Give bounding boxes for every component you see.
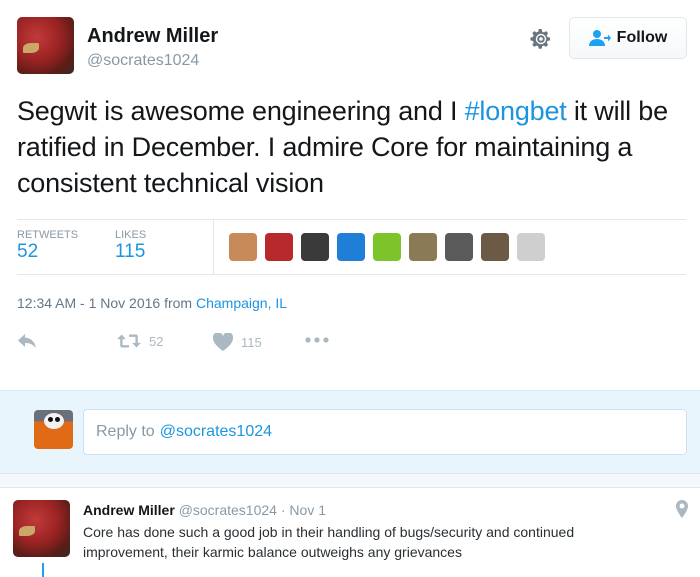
thread-line (42, 563, 44, 577)
likes-stat[interactable]: LIKES 115 (115, 229, 146, 263)
reply-author-handle[interactable]: @socrates1024 (179, 502, 277, 518)
like-action[interactable]: 115 (213, 333, 262, 351)
liker-avatar[interactable] (229, 233, 257, 261)
reply-author-avatar[interactable] (13, 500, 70, 557)
section-divider (0, 474, 700, 488)
tweet-text-before: Segwit is awesome engineering and I (17, 96, 465, 126)
liker-avatar[interactable] (517, 233, 545, 261)
reply-author-name[interactable]: Andrew Miller (83, 502, 175, 518)
location-link[interactable]: Champaign, IL (196, 295, 287, 311)
follow-label: Follow (616, 29, 668, 46)
reply-input[interactable]: Reply to @socrates1024 (83, 409, 687, 455)
liker-avatar[interactable] (301, 233, 329, 261)
like-action-count: 115 (241, 334, 262, 350)
retweets-count: 52 (17, 241, 39, 262)
author-handle[interactable]: @socrates1024 (87, 52, 199, 70)
liker-avatar[interactable] (445, 233, 473, 261)
liker-avatar[interactable] (337, 233, 365, 261)
likes-label: LIKES (115, 229, 147, 241)
tweet-stats: RETWEETS 52 LIKES 115 (17, 219, 686, 275)
liker-avatar[interactable] (373, 233, 401, 261)
follow-user-icon (588, 30, 611, 46)
author-avatar[interactable] (17, 17, 74, 74)
retweet-icon (117, 334, 141, 348)
tweet-text: Segwit is awesome engineering and I #lon… (17, 93, 697, 201)
reply-header: Andrew Miller @socrates1024 · Nov 1 (83, 502, 326, 518)
tweet-timestamp: 12:34 AM - 1 Nov 2016 from Champaign, IL (17, 295, 287, 311)
reply-placeholder-prefix: Reply to (96, 423, 155, 440)
retweets-label: RETWEETS (17, 229, 79, 241)
follow-button[interactable]: Follow (569, 17, 687, 59)
liker-avatar[interactable] (409, 233, 437, 261)
author-name[interactable]: Andrew Miller (87, 25, 218, 48)
reply-icon (18, 334, 36, 348)
stats-divider (213, 220, 214, 275)
reply-date[interactable]: Nov 1 (289, 502, 326, 518)
retweet-action[interactable]: 52 (117, 333, 163, 349)
more-action[interactable] (305, 337, 329, 343)
reply-separator: · (280, 502, 286, 518)
retweets-stat[interactable]: RETWEETS 52 (17, 229, 78, 263)
retweet-action-count: 52 (149, 333, 164, 349)
location-pin-icon (676, 500, 688, 518)
hashtag-link[interactable]: #longbet (465, 96, 567, 126)
timestamp-text: 12:34 AM - 1 Nov 2016 from (17, 295, 196, 311)
liker-avatar[interactable] (265, 233, 293, 261)
likes-count: 115 (115, 241, 146, 262)
reply-placeholder-mention: @socrates1024 (159, 423, 273, 440)
current-user-avatar[interactable] (34, 410, 73, 449)
heart-icon (213, 333, 233, 351)
likers-list (229, 233, 545, 261)
liker-avatar[interactable] (481, 233, 509, 261)
reply-text: Core has done such a good job in their h… (83, 524, 575, 560)
gear-icon[interactable] (529, 27, 553, 51)
reply-action[interactable] (17, 333, 37, 349)
more-dots-icon (305, 337, 329, 343)
